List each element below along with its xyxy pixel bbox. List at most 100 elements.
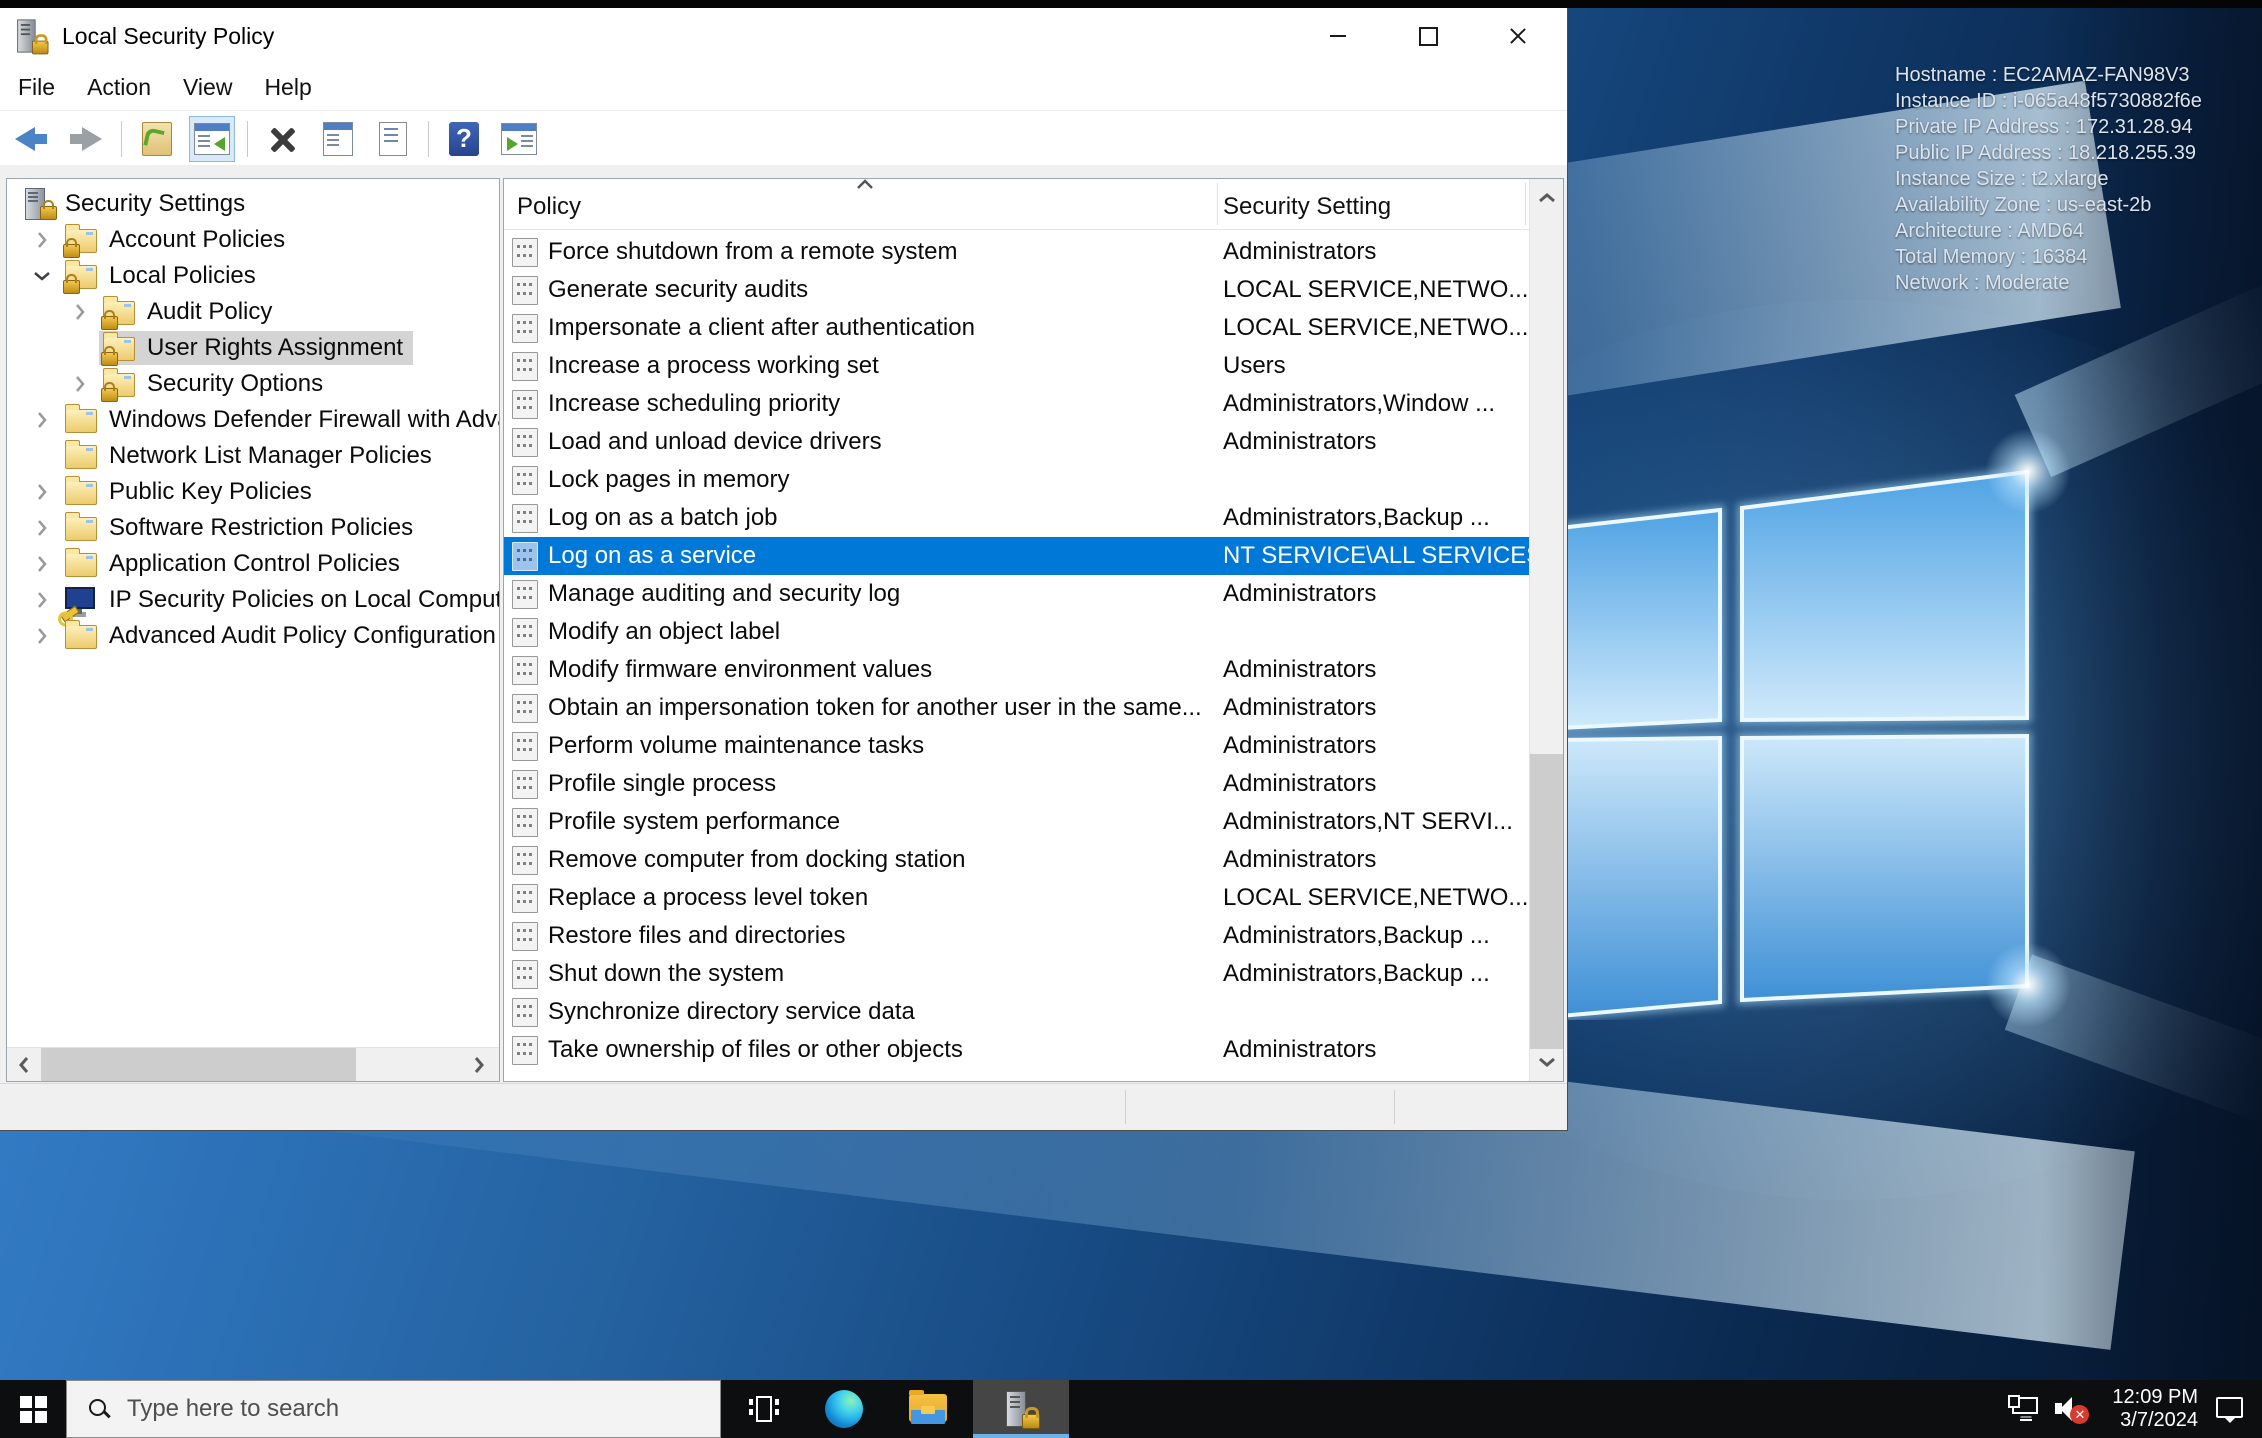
titlebar[interactable]: Local Security Policy xyxy=(0,8,1567,64)
tree-item-network-list-manager-policies[interactable]: Network List Manager Policies xyxy=(7,438,499,474)
tree-item-advanced-audit-policy-configuration[interactable]: Advanced Audit Policy Configuration xyxy=(7,618,499,654)
scrollbar-thumb[interactable] xyxy=(41,1048,356,1081)
clock-time: 12:09 PM xyxy=(2112,1386,2198,1408)
list-vertical-scrollbar[interactable] xyxy=(1529,179,1563,1081)
tree-item-account-policies[interactable]: Account Policies xyxy=(7,222,499,258)
policy-row-lock-pages-in-memory[interactable]: Lock pages in memory xyxy=(504,461,1530,499)
help-icon: ? xyxy=(449,121,479,156)
column-separator[interactable] xyxy=(1525,183,1526,225)
back-button[interactable] xyxy=(8,116,54,162)
start-button[interactable] xyxy=(0,1380,66,1438)
scroll-down-arrow-icon[interactable] xyxy=(1530,1043,1563,1081)
scroll-up-arrow-icon[interactable] xyxy=(1530,179,1563,217)
chevron-right-icon[interactable] xyxy=(23,483,61,501)
chevron-right-icon[interactable] xyxy=(23,411,61,429)
scroll-left-arrow-icon[interactable] xyxy=(7,1048,40,1081)
chevron-right-icon[interactable] xyxy=(23,627,61,645)
action-center-button[interactable] xyxy=(2216,1380,2262,1438)
network-tray-button[interactable] xyxy=(2002,1380,2048,1438)
policy-row-obtain-an-impersonation-token-for-anothe[interactable]: Obtain an impersonation token for anothe… xyxy=(504,689,1530,727)
policy-row-shut-down-the-system[interactable]: Shut down the system Administrators,Backu… xyxy=(504,955,1530,993)
task-view-button[interactable] xyxy=(735,1380,793,1438)
policy-row-increase-scheduling-priority[interactable]: Increase scheduling priority Administrato… xyxy=(504,385,1530,423)
policy-name: Take ownership of files or other objects xyxy=(548,1036,963,1063)
security-setting-value: LOCAL SERVICE,NETWO... xyxy=(1223,884,1529,911)
policy-icon xyxy=(512,541,538,571)
chevron-right-icon[interactable] xyxy=(23,555,61,573)
policy-row-modify-firmware-environment-values[interactable]: Modify firmware environment values Admini… xyxy=(504,651,1530,689)
tree-item-windows-defender-firewall-with-adva[interactable]: Windows Defender Firewall with Adva xyxy=(7,402,499,438)
policy-row-log-on-as-a-service[interactable]: Log on as a service NT SERVICE\ALL SERVIC… xyxy=(504,537,1542,575)
tree-item-application-control-policies[interactable]: Application Control Policies xyxy=(7,546,499,582)
folder-icon xyxy=(65,440,99,470)
tree-horizontal-scrollbar[interactable] xyxy=(7,1047,499,1081)
minimize-button[interactable] xyxy=(1293,8,1383,64)
menu-file[interactable]: File xyxy=(2,74,71,101)
close-button[interactable] xyxy=(1473,8,1563,64)
folder-lock-icon xyxy=(63,224,99,258)
tree-item-user-rights-assignment[interactable]: User Rights Assignment xyxy=(7,330,499,366)
policy-row-load-and-unload-device-drivers[interactable]: Load and unload device drivers Administra… xyxy=(504,423,1530,461)
search-input[interactable] xyxy=(125,1394,649,1424)
policy-row-replace-a-process-level-token[interactable]: Replace a process level token LOCAL SERVI… xyxy=(504,879,1530,917)
column-header-policy[interactable]: Policy xyxy=(517,193,581,221)
tree-item-audit-policy[interactable]: Audit Policy xyxy=(7,294,499,330)
chevron-down-icon[interactable] xyxy=(23,270,61,282)
file-explorer-button[interactable] xyxy=(899,1380,957,1438)
chevron-right-icon[interactable] xyxy=(23,591,61,609)
help-button[interactable]: ? xyxy=(441,116,487,162)
bginfo-line: Private IP Address : 172.31.28.94 xyxy=(1895,116,2193,138)
scrollbar-thumb[interactable] xyxy=(1530,754,1563,1049)
tree-item-ip-security-policies-on-local-compute[interactable]: IP Security Policies on Local Compute xyxy=(7,582,499,623)
column-separator[interactable] xyxy=(1217,183,1218,225)
bginfo-line: Public IP Address : 18.218.255.39 xyxy=(1895,142,2196,164)
tree-item-local-policies[interactable]: Local Policies xyxy=(7,258,499,294)
scroll-right-arrow-icon[interactable] xyxy=(462,1048,495,1081)
tree-item-software-restriction-policies[interactable]: Software Restriction Policies xyxy=(7,510,499,546)
policy-row-increase-a-process-working-set[interactable]: Increase a process working set Users xyxy=(504,347,1530,385)
policy-row-take-ownership-of-files-or-other-objects[interactable]: Take ownership of files or other objects… xyxy=(504,1031,1530,1069)
policy-icon xyxy=(512,693,538,723)
export-list-button[interactable] xyxy=(370,116,416,162)
console-tree-button[interactable] xyxy=(189,115,235,162)
policy-row-generate-security-audits[interactable]: Generate security audits LOCAL SERVICE,NE… xyxy=(504,271,1530,309)
tree-item-label: IP Security Policies on Local Compute xyxy=(109,586,499,613)
tree-item-public-key-policies[interactable]: Public Key Policies xyxy=(7,474,499,510)
chevron-right-icon[interactable] xyxy=(23,519,61,537)
column-header-security-setting[interactable]: Security Setting xyxy=(1223,193,1391,221)
policy-row-profile-single-process[interactable]: Profile single process Administrators xyxy=(504,765,1530,803)
policy-name: Profile system performance xyxy=(548,808,841,835)
taskbar-search[interactable] xyxy=(66,1380,721,1438)
policy-row-manage-auditing-and-security-log[interactable]: Manage auditing and security log Administ… xyxy=(504,575,1530,613)
action-pane-icon xyxy=(501,122,537,155)
properties-button[interactable] xyxy=(315,116,361,162)
policy-row-remove-computer-from-docking-station[interactable]: Remove computer from docking station Admi… xyxy=(504,841,1530,879)
policy-row-synchronize-directory-service-data[interactable]: Synchronize directory service data xyxy=(504,993,1530,1031)
chevron-right-icon[interactable] xyxy=(61,303,99,321)
console-tree-icon xyxy=(194,122,230,155)
chevron-right-icon[interactable] xyxy=(23,231,61,249)
policy-row-log-on-as-a-batch-job[interactable]: Log on as a batch job Administrators,Back… xyxy=(504,499,1530,537)
tree-item-security-settings[interactable]: Security Settings xyxy=(7,186,499,222)
menu-help[interactable]: Help xyxy=(248,74,327,101)
menu-action[interactable]: Action xyxy=(71,74,167,101)
policy-row-modify-an-object-label[interactable]: Modify an object label xyxy=(504,613,1530,651)
export-button[interactable] xyxy=(134,116,180,162)
policy-row-force-shutdown-from-a-remote-system[interactable]: Force shutdown from a remote system Admin… xyxy=(504,233,1530,271)
tree-item-security-options[interactable]: Security Options xyxy=(7,366,499,402)
local-security-policy-taskbar-button[interactable] xyxy=(973,1380,1069,1438)
delete-button[interactable] xyxy=(260,116,306,162)
forward-button[interactable] xyxy=(63,116,109,162)
policy-row-restore-files-and-directories[interactable]: Restore files and directories Administrat… xyxy=(504,917,1530,955)
console-tree-pane: Security Settings Account Policies Local P… xyxy=(6,178,500,1082)
maximize-button[interactable] xyxy=(1383,8,1473,64)
action-pane-button[interactable] xyxy=(496,116,542,162)
edge-button[interactable] xyxy=(815,1380,873,1438)
menu-view[interactable]: View xyxy=(167,74,248,101)
taskbar-clock[interactable]: 12:09 PM 3/7/2024 xyxy=(2112,1386,2198,1432)
policy-row-perform-volume-maintenance-tasks[interactable]: Perform volume maintenance tasks Administ… xyxy=(504,727,1530,765)
volume-tray-button[interactable]: ✕ xyxy=(2048,1380,2094,1438)
chevron-right-icon[interactable] xyxy=(61,375,99,393)
policy-row-profile-system-performance[interactable]: Profile system performance Administrators… xyxy=(504,803,1530,841)
policy-row-impersonate-a-client-after-authenticatio[interactable]: Impersonate a client after authenticatio… xyxy=(504,309,1530,347)
